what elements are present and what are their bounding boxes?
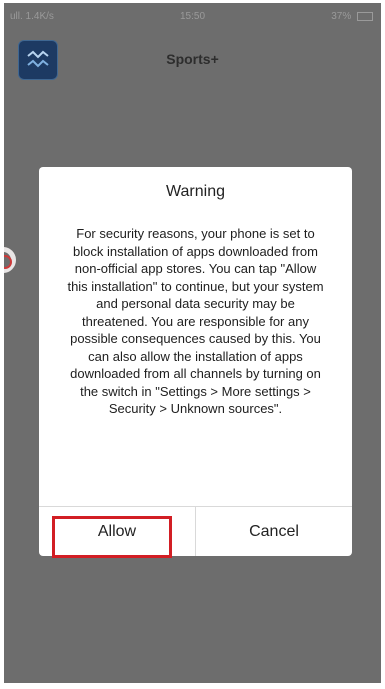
clock: 15:50	[179, 11, 206, 22]
status-bar: ull. 1.4K/s 15:50 37%	[4, 3, 381, 33]
app-title: Sports+	[166, 51, 219, 67]
phone-screen: ull. 1.4K/s 15:50 37% Sports+ Warning Fo…	[4, 3, 381, 683]
app-bar: Sports+	[4, 33, 381, 95]
cancel-button[interactable]: Cancel	[196, 507, 352, 556]
battery-status: 37%	[331, 11, 373, 22]
warning-dialog: Warning For security reasons, your phone…	[39, 167, 352, 558]
floating-assistant-icon[interactable]	[4, 247, 16, 273]
battery-percent: 37%	[331, 11, 352, 22]
allow-highlight-box	[52, 516, 172, 558]
dialog-message: For security reasons, your phone is set …	[67, 226, 324, 416]
battery-icon	[357, 11, 373, 21]
dialog-title: Warning	[166, 183, 225, 200]
